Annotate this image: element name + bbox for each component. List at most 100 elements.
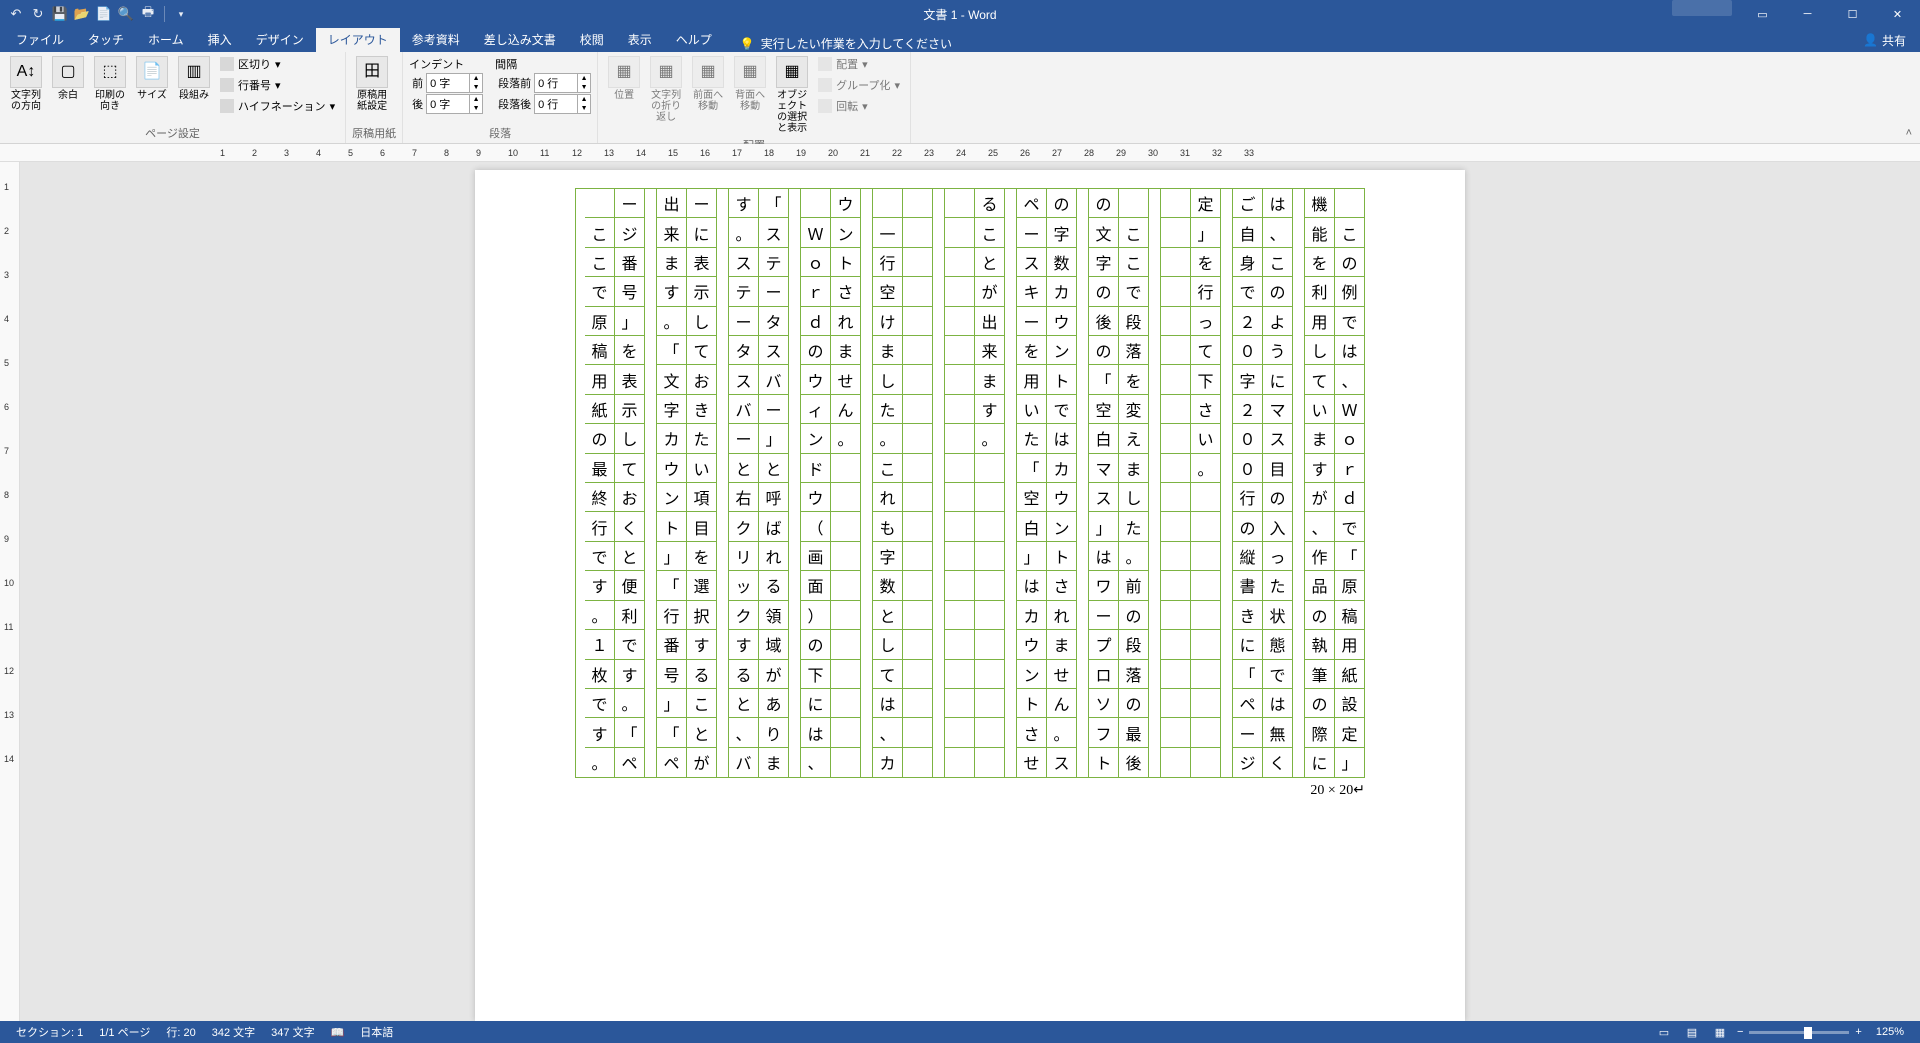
genko-cell[interactable]: ば — [759, 512, 788, 541]
genko-cell[interactable]: 」 — [657, 689, 686, 718]
genko-cell[interactable]: が — [1305, 483, 1334, 512]
genko-cell[interactable]: し — [1305, 336, 1334, 365]
genko-cell[interactable]: 設 — [1335, 689, 1364, 718]
genko-cell[interactable]: で — [1233, 277, 1262, 306]
genko-cell[interactable]: 定 — [1335, 718, 1364, 747]
genko-cell[interactable] — [831, 660, 860, 689]
genko-cell[interactable]: 」 — [1089, 512, 1118, 541]
genko-cell[interactable]: 」 — [1335, 748, 1364, 777]
genko-cell[interactable]: ０ — [1233, 454, 1262, 483]
genko-cell[interactable]: ト — [831, 248, 860, 277]
genko-cell[interactable] — [945, 630, 974, 659]
genko-cell[interactable]: ん — [831, 395, 860, 424]
genko-cell[interactable]: バ — [729, 395, 758, 424]
genko-cell[interactable]: 白 — [1017, 512, 1046, 541]
genko-cell[interactable] — [1191, 571, 1220, 600]
genko-cell[interactable]: て — [1191, 336, 1220, 365]
web-layout-icon[interactable]: ▦ — [1709, 1023, 1731, 1041]
genko-cell[interactable]: は — [1047, 424, 1076, 453]
genko-cell[interactable]: ） — [801, 601, 830, 630]
genko-cell[interactable] — [1119, 189, 1148, 218]
genko-cell[interactable] — [831, 483, 860, 512]
genko-cell[interactable]: 段 — [1119, 307, 1148, 336]
read-mode-icon[interactable]: ▭ — [1653, 1023, 1675, 1041]
genko-cell[interactable]: 、 — [1335, 365, 1364, 394]
genko-cell[interactable]: す — [615, 660, 644, 689]
genko-cell[interactable]: こ — [873, 454, 902, 483]
genko-cell[interactable] — [903, 307, 932, 336]
genko-cell[interactable]: の — [801, 630, 830, 659]
genko-cell[interactable]: 択 — [687, 601, 716, 630]
genko-cell[interactable]: で — [585, 277, 614, 306]
genko-cell[interactable] — [945, 601, 974, 630]
genko-cell[interactable] — [1191, 483, 1220, 512]
genko-cell[interactable]: を — [1305, 248, 1334, 277]
genko-cell[interactable]: バ — [729, 748, 758, 777]
genko-cell[interactable]: １ — [585, 630, 614, 659]
genko-cell[interactable]: く — [1263, 748, 1292, 777]
genko-cell[interactable]: 状 — [1263, 601, 1292, 630]
genko-cell[interactable]: く — [615, 512, 644, 541]
genko-cell[interactable]: う — [1263, 336, 1292, 365]
genko-cell[interactable]: し — [873, 630, 902, 659]
genko-cell[interactable]: に — [1305, 748, 1334, 777]
status-section[interactable]: セクション: 1 — [8, 1024, 91, 1040]
genko-cell[interactable]: を — [1119, 365, 1148, 394]
spinner-up-icon[interactable]: ▲ — [578, 95, 590, 104]
space-before-spinner[interactable]: ▲▼ — [534, 73, 591, 93]
genko-cell[interactable]: す — [585, 571, 614, 600]
genko-cell[interactable] — [975, 454, 1004, 483]
genko-cell[interactable]: の — [1305, 601, 1334, 630]
size-button[interactable]: 📄サイズ — [132, 54, 172, 124]
genko-cell[interactable]: 。 — [1047, 718, 1076, 747]
genko-cell[interactable]: た — [1119, 512, 1148, 541]
genko-cell[interactable] — [945, 277, 974, 306]
tab-design[interactable]: デザイン — [244, 27, 316, 52]
genko-cell[interactable]: ご — [1233, 189, 1262, 218]
genko-cell[interactable]: （ — [801, 512, 830, 541]
genko-cell[interactable]: 空 — [1089, 395, 1118, 424]
genko-cell[interactable]: 「 — [657, 336, 686, 365]
space-before-input[interactable] — [535, 77, 577, 89]
genko-cell[interactable]: 号 — [615, 277, 644, 306]
genko-cell[interactable] — [945, 748, 974, 777]
ribbon-display-icon[interactable]: ▭ — [1740, 0, 1785, 28]
genko-cell[interactable]: ス — [759, 218, 788, 247]
genko-cell[interactable] — [1335, 189, 1364, 218]
genko-cell[interactable]: 自 — [1233, 218, 1262, 247]
genko-cell[interactable]: 字 — [873, 542, 902, 571]
genko-cell[interactable]: ウ — [801, 483, 830, 512]
genko-cell[interactable]: ス — [1047, 748, 1076, 777]
genko-cell[interactable]: が — [687, 748, 716, 777]
spinner-down-icon[interactable]: ▼ — [578, 83, 590, 92]
genko-cell[interactable] — [903, 218, 932, 247]
genko-cell[interactable]: ０ — [1233, 424, 1262, 453]
genko-cell[interactable]: ま — [831, 336, 860, 365]
genko-cell[interactable]: さ — [831, 277, 860, 306]
genko-cell[interactable]: 定 — [1191, 189, 1220, 218]
genko-cell[interactable]: プ — [1089, 630, 1118, 659]
genko-cell[interactable]: と — [615, 542, 644, 571]
genko-cell[interactable]: ソ — [1089, 689, 1118, 718]
genko-cell[interactable]: 数 — [873, 571, 902, 600]
genko-cell[interactable]: は — [801, 718, 830, 747]
indent-before-spinner[interactable]: ▲▼ — [426, 73, 483, 93]
status-page[interactable]: 1/1 ページ — [91, 1024, 158, 1040]
genko-cell[interactable]: ん — [1047, 689, 1076, 718]
genko-cell[interactable]: 空 — [873, 277, 902, 306]
genko-cell[interactable]: を — [615, 336, 644, 365]
genko-cell[interactable] — [1161, 748, 1190, 777]
genko-cell[interactable]: こ — [1119, 248, 1148, 277]
genko-cell[interactable]: れ — [873, 483, 902, 512]
genko-cell[interactable]: ー — [687, 189, 716, 218]
undo-icon[interactable]: ↶ — [8, 6, 24, 22]
genko-cell[interactable]: ー — [1233, 718, 1262, 747]
genko-cell[interactable]: 態 — [1263, 630, 1292, 659]
genko-cell[interactable]: 最 — [1119, 718, 1148, 747]
tab-layout[interactable]: レイアウト — [316, 27, 400, 52]
genko-cell[interactable] — [945, 365, 974, 394]
genko-cell[interactable]: を — [687, 542, 716, 571]
genko-cell[interactable] — [1161, 424, 1190, 453]
open-icon[interactable]: 📂 — [74, 6, 90, 22]
genko-cell[interactable]: 字 — [1089, 248, 1118, 277]
